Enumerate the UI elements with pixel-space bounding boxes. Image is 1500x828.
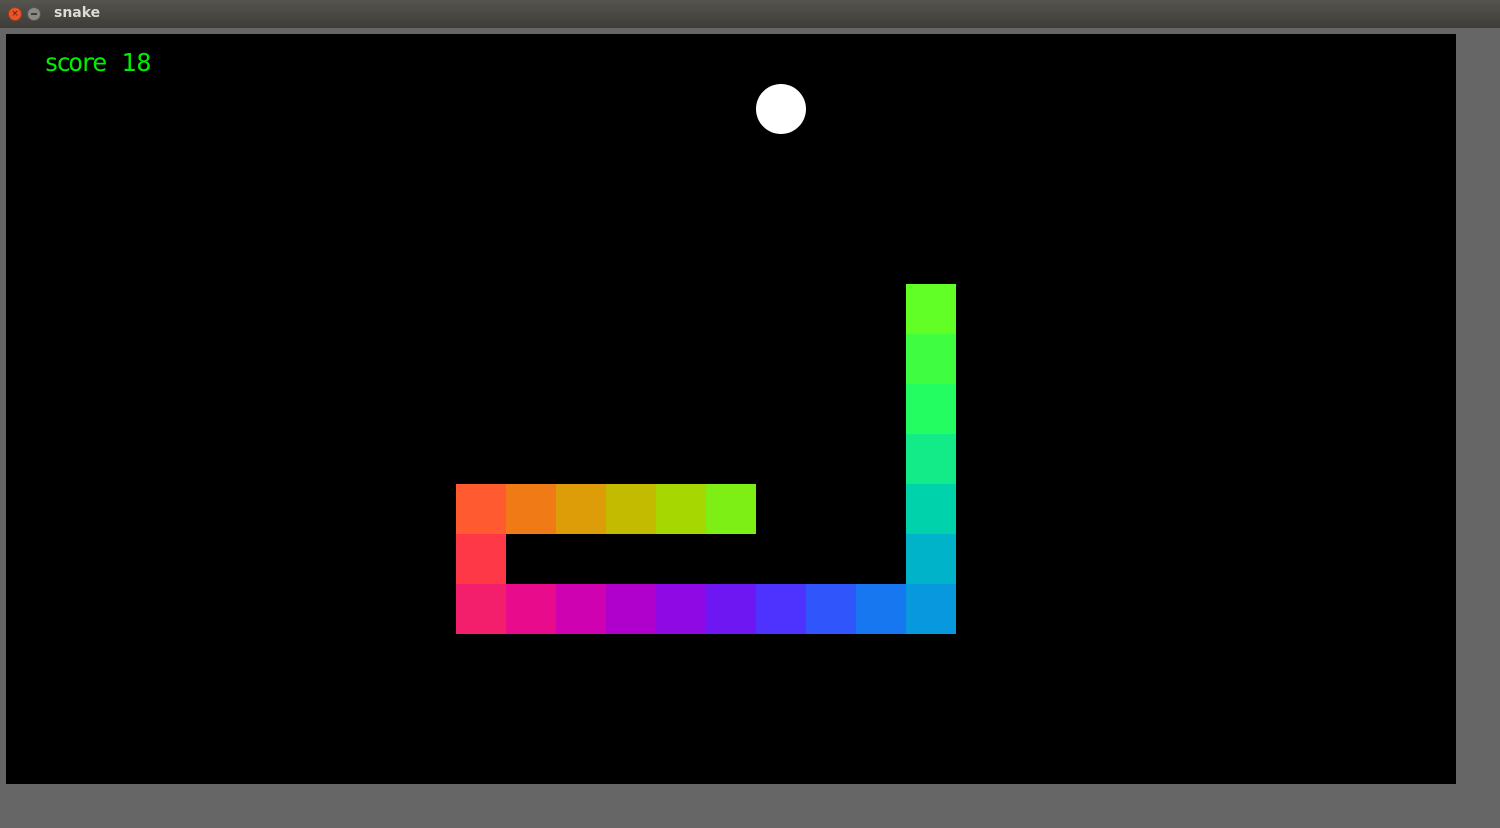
snake-segment — [906, 484, 956, 534]
snake-segment — [606, 484, 656, 534]
window-title: snake — [54, 5, 101, 21]
close-icon: × — [11, 9, 19, 19]
snake-segment — [906, 434, 956, 484]
snake-segment — [556, 584, 606, 634]
snake-segment — [706, 484, 756, 534]
score-value: 18 — [121, 48, 152, 77]
snake-segment — [456, 584, 506, 634]
snake-segment — [706, 584, 756, 634]
snake-segment — [906, 384, 956, 434]
score-display: score 18 — [44, 48, 151, 77]
window-titlebar: × snake — [0, 0, 1500, 28]
snake-segment — [756, 584, 806, 634]
snake-segment — [456, 484, 506, 534]
snake-segment — [656, 584, 706, 634]
snake-segment — [806, 584, 856, 634]
snake-segment — [856, 584, 906, 634]
snake-segment — [506, 584, 556, 634]
close-window-button[interactable]: × — [8, 7, 22, 21]
snake-head — [906, 284, 956, 334]
game-board[interactable]: score 18 — [6, 34, 1456, 784]
score-label: score — [44, 48, 107, 77]
snake-segment — [556, 484, 606, 534]
snake-segment — [906, 534, 956, 584]
snake-segment — [506, 484, 556, 534]
snake-segment — [606, 584, 656, 634]
snake-segment — [656, 484, 706, 534]
snake-segment — [906, 334, 956, 384]
minimize-window-button[interactable] — [27, 7, 41, 21]
snake-segment — [456, 534, 506, 584]
snake-segment — [906, 584, 956, 634]
food-pellet — [756, 84, 806, 134]
